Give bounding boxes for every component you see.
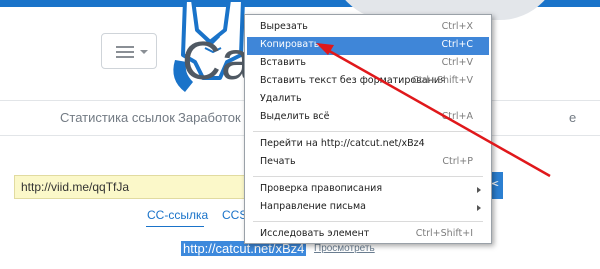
menu-item-copy[interactable]: Копировать Ctrl+C [247,37,489,55]
menu-item-label: Копировать [260,39,320,50]
menu-item-shortcut: Ctrl+Shift+I [415,228,473,239]
menu-item-paste[interactable]: Вставить Ctrl+V [247,55,489,73]
menu-item-go-to-link[interactable]: Перейти на http://catcut.net/xBz4 [247,136,489,154]
menu-item-shortcut: Ctrl+Shift+V [412,75,473,86]
submenu-arrow-icon [477,187,481,193]
menu-separator [253,176,483,177]
menu-item-shortcut: Ctrl+C [441,39,474,50]
long-url-input[interactable]: http://viid.me/qqTfJa [14,175,254,199]
tab-cc-link[interactable]: CC-ссылка [147,208,208,222]
menu-item-spellcheck[interactable]: Проверка правописания [247,181,489,199]
menu-item-shortcut: Ctrl+X [441,21,473,32]
menu-separator [253,221,483,222]
menu-separator [253,131,483,132]
menu-item-label: Печать [260,156,296,167]
caret-down-icon [140,50,148,54]
nav-item-link-stats[interactable]: Статистика ссылок [60,110,175,125]
menu-item-label: Вырезать [260,21,308,32]
menu-item-label: Проверка правописания [260,183,383,194]
menu-item-cut[interactable]: Вырезать Ctrl+X [247,19,489,37]
menu-item-print[interactable]: Печать Ctrl+P [247,154,489,172]
menu-item-label: Удалить [260,93,302,104]
menu-item-select-all[interactable]: Выделить всё Ctrl+A [247,109,489,127]
menu-item-label: Вставить [260,57,307,68]
menu-item-label: Направление письма [260,201,366,212]
active-tab-underline [146,226,204,227]
menu-item-inspect[interactable]: Исследовать элемент Ctrl+Shift+I [247,226,489,244]
menu-item-delete[interactable]: Удалить [247,91,489,109]
menu-item-shortcut: Ctrl+A [441,111,473,122]
menu-item-shortcut: Ctrl+P [442,156,473,167]
menu-item-shortcut: Ctrl+V [441,57,473,68]
menu-item-label: Выделить всё [260,111,330,122]
menu-item-writing-direction[interactable]: Направление письма [247,199,489,217]
hamburger-icon [116,46,134,58]
main-menu-button[interactable] [101,33,157,69]
page: Catcut Статистика ссылок Заработок н е h… [0,0,600,269]
menu-item-paste-plain[interactable]: Вставить текст без форматирования Ctrl+S… [247,73,489,91]
preview-link[interactable]: Просмотреть [314,243,375,254]
submenu-arrow-icon [477,205,481,211]
context-menu: Вырезать Ctrl+X Копировать Ctrl+C Встави… [244,14,492,244]
menu-item-label: Исследовать элемент [260,228,370,239]
menu-item-label: Перейти на http://catcut.net/xBz4 [260,138,425,149]
nav-item-earnings[interactable]: Заработок н [178,110,251,125]
nav-item-partial[interactable]: е [569,110,576,125]
